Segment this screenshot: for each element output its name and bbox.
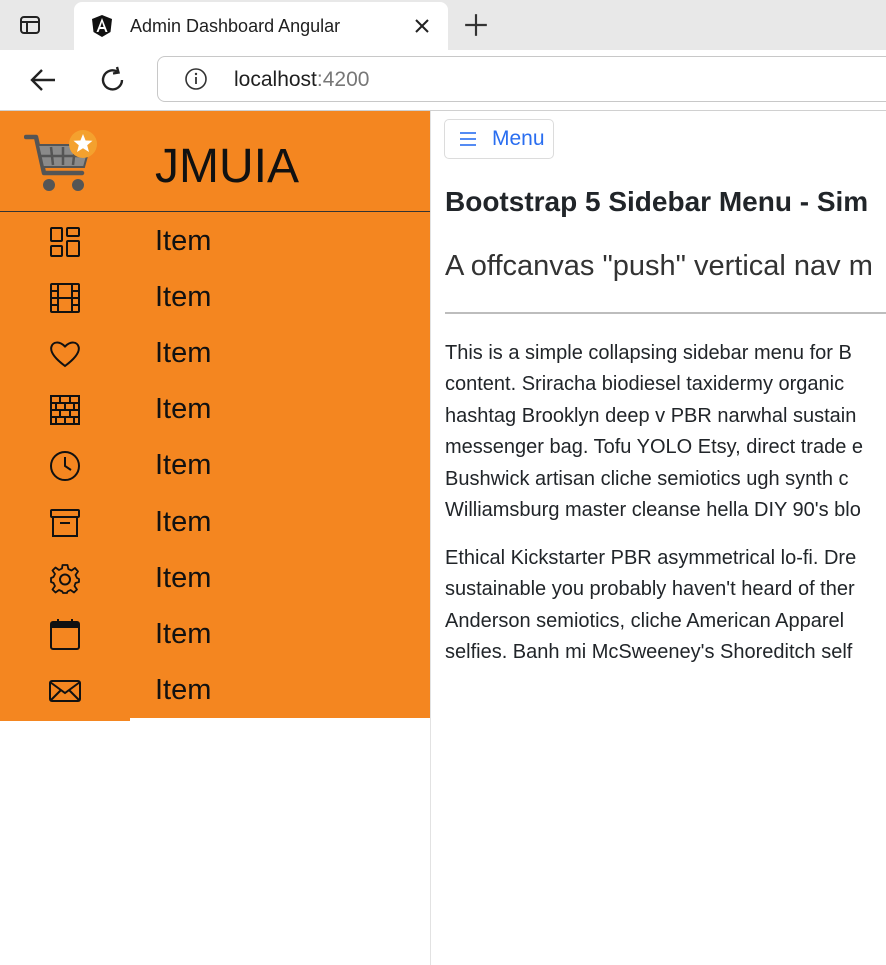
- sidebar-item-label: Item: [155, 506, 212, 538]
- sidebar-item-1[interactable]: Item: [0, 213, 430, 269]
- address-host: localhost: [234, 68, 317, 91]
- menu-toggle-button[interactable]: Menu: [444, 119, 554, 159]
- horizontal-rule: [445, 312, 886, 314]
- sidebar-item-4[interactable]: Item: [0, 381, 430, 437]
- calendar-icon: [50, 619, 80, 650]
- bricks-icon: [50, 395, 80, 425]
- hamburger-icon: [460, 132, 476, 146]
- sidebar-item-label: Item: [155, 337, 212, 369]
- sidebar-item-3[interactable]: Item: [0, 325, 430, 381]
- sidebar-item-label: Item: [155, 674, 212, 706]
- clock-icon: [50, 451, 80, 481]
- paragraph-line: This is a simple collapsing sidebar menu…: [445, 342, 852, 364]
- paragraph-line: sustainable you probably haven't heard o…: [445, 578, 855, 601]
- paragraph-line: hashtag Brooklyn deep v PBR narwhal sust…: [445, 404, 857, 427]
- envelope-icon: [49, 680, 81, 702]
- sidebar-item-label: Item: [155, 618, 212, 650]
- gear-icon: [50, 564, 80, 594]
- paragraph-2: Ethical Kickstarter PBR asymmetrical lo-…: [445, 543, 886, 669]
- new-tab-icon[interactable]: [463, 12, 489, 38]
- sidebar-item-5[interactable]: Item: [0, 437, 430, 493]
- sidebar-item-2[interactable]: Item: [0, 269, 430, 325]
- reload-icon[interactable]: [98, 65, 128, 95]
- sidebar-brand[interactable]: JMUIA: [0, 111, 430, 212]
- shopping-cart-star-logo: [24, 130, 97, 191]
- browser-tab-bar: Admin Dashboard Angular: [0, 0, 886, 50]
- sidebar-item-label: Item: [155, 281, 212, 313]
- page-subtitle: A offcanvas "push" vertical nav m: [445, 250, 873, 282]
- sidebar-item-label: Item: [155, 449, 212, 481]
- sidebar-item-label: Item: [155, 393, 212, 425]
- heart-icon: [50, 341, 80, 368]
- sidebar-item-label: Item: [155, 225, 212, 257]
- sidebar-item-7[interactable]: Item: [0, 550, 430, 606]
- close-tab-icon[interactable]: [410, 14, 434, 38]
- paragraph-line: Ethical Kickstarter PBR asymmetrical lo-…: [445, 547, 857, 569]
- menu-button-label: Menu: [492, 127, 545, 150]
- paragraph-1: This is a simple collapsing sidebar menu…: [445, 338, 886, 526]
- grid-icon: [50, 227, 80, 257]
- sidebar-item-8[interactable]: Item: [0, 606, 430, 662]
- tab-actions-icon[interactable]: [18, 13, 42, 37]
- sidebar-icon-column-edge: [0, 718, 130, 721]
- paragraph-line: selfies. Banh mi McSweeney's Shoreditch …: [445, 641, 853, 664]
- archive-icon: [50, 509, 80, 537]
- sidebar-item-6[interactable]: Item: [0, 494, 430, 550]
- address-bar[interactable]: localhost:4200: [157, 56, 886, 102]
- browser-tab[interactable]: Admin Dashboard Angular: [74, 2, 448, 50]
- angular-logo-icon: [92, 15, 112, 37]
- tab-title: Admin Dashboard Angular: [130, 16, 341, 36]
- sidebar-item-label: Item: [155, 562, 212, 594]
- paragraph-line: Bushwick artisan cliche semiotics ugh sy…: [445, 467, 849, 490]
- brand-name: JMUIA: [155, 140, 299, 193]
- address-port: :4200: [316, 68, 370, 91]
- browser-toolbar: localhost:4200: [0, 50, 886, 111]
- content-divider: [430, 111, 431, 965]
- address-url: localhost:4200: [234, 68, 369, 92]
- paragraph-line: Anderson semiotics, cliche American Appa…: [445, 609, 845, 632]
- page-title: Bootstrap 5 Sidebar Menu - Sim: [445, 186, 869, 217]
- info-icon[interactable]: [184, 67, 208, 91]
- paragraph-line: Williamsburg master cleanse hella DIY 90…: [445, 499, 861, 522]
- paragraph-line: messenger bag. Tofu YOLO Etsy, direct tr…: [445, 436, 863, 459]
- back-arrow-icon[interactable]: [28, 65, 58, 95]
- film-icon: [50, 283, 80, 313]
- sidebar-item-9[interactable]: Item: [0, 662, 430, 718]
- sidebar: JMUIA Item Item Item Item Item Item Item…: [0, 111, 430, 718]
- paragraph-line: content. Sriracha biodiesel taxidermy or…: [445, 373, 845, 396]
